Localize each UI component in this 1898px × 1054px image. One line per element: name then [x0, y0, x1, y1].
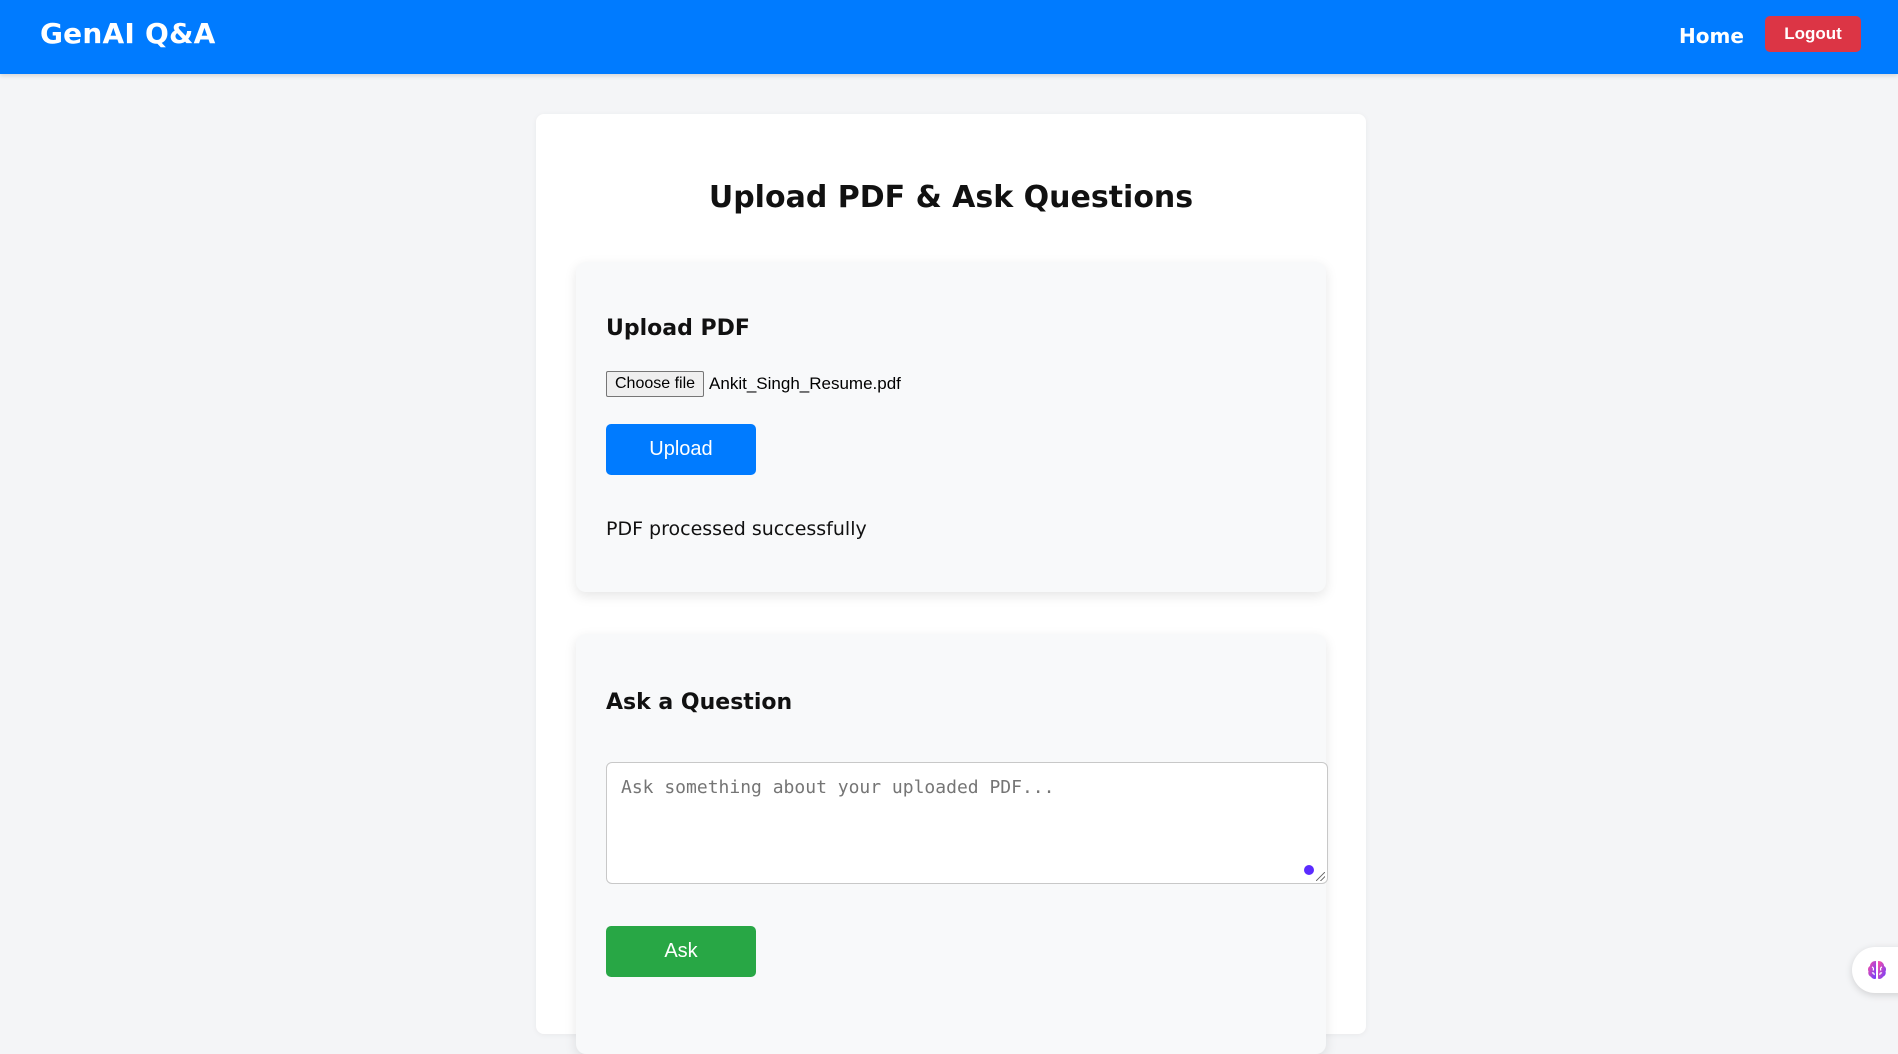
ask-section-heading: Ask a Question [606, 690, 793, 715]
ask-button[interactable]: Ask [606, 926, 756, 977]
logout-button[interactable]: Logout [1765, 16, 1861, 52]
upload-section-heading: Upload PDF [606, 316, 750, 341]
upload-button[interactable]: Upload [606, 424, 756, 475]
question-placeholder: Ask something about your uploaded PDF... [621, 777, 1055, 798]
question-textarea[interactable]: Ask something about your uploaded PDF... [606, 762, 1328, 884]
main-card: Upload PDF & Ask Questions Upload PDF Ch… [536, 114, 1366, 1054]
selected-file-name: Ankit_Singh_Resume.pdf [709, 374, 901, 393]
brain-icon [1868, 961, 1886, 979]
upload-status-message: PDF processed successfully [606, 518, 867, 540]
file-input[interactable]: Choose file Ankit_Singh_Resume.pdf [606, 370, 901, 398]
app-brand[interactable]: GenAI Q&A [40, 17, 215, 50]
resize-handle[interactable] [1316, 872, 1325, 881]
page-title: Upload PDF & Ask Questions [708, 180, 1194, 215]
upload-pdf-section: Upload PDF Choose file Ankit_Singh_Resum… [576, 262, 1326, 592]
nav-home-link[interactable]: Home [1679, 24, 1744, 48]
top-navbar: GenAI Q&A Home Logout [0, 0, 1898, 74]
grammar-check-icon[interactable] [1304, 865, 1314, 875]
choose-file-button[interactable]: Choose file [606, 371, 705, 397]
ask-question-section: Ask a Question Ask something about your … [576, 634, 1328, 1054]
extension-launcher[interactable] [1852, 947, 1898, 993]
